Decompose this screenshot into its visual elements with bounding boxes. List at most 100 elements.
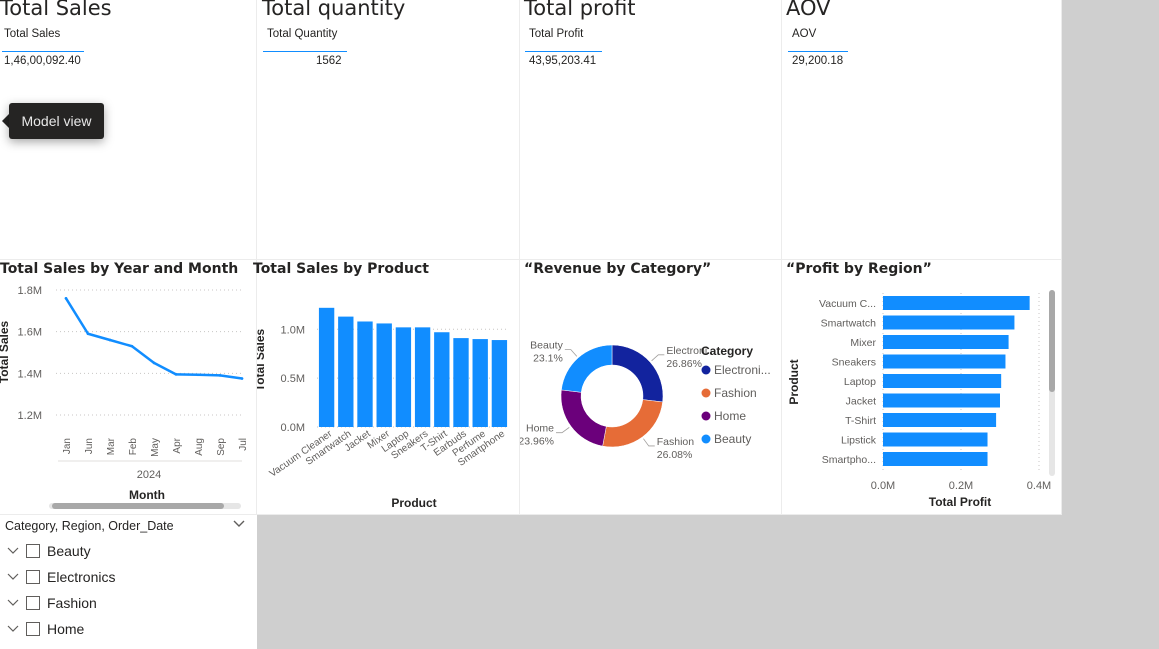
legend-marker [701, 365, 711, 375]
y-tick-label: Mixer [850, 337, 876, 349]
x-tick-label: Jan [62, 438, 73, 454]
data-point [218, 374, 222, 377]
chevron-down-icon[interactable] [6, 623, 20, 636]
y-tick-label: 1.0M [281, 324, 305, 336]
bar [338, 316, 354, 427]
chevron-down-icon[interactable] [6, 597, 20, 610]
kpi-card-total-profit[interactable]: Total profit Total Profit 43,95,203.41 [520, 0, 782, 260]
leader-line [556, 427, 570, 434]
y-axis-title: Product [787, 359, 801, 404]
slice-percent: 23.96% [520, 436, 554, 448]
slicer-item-home[interactable]: Home [6, 619, 84, 639]
line-segment [108, 338, 134, 348]
slicer-header: Category, Region, Order_Date [5, 519, 174, 533]
donut-slice [602, 399, 663, 448]
checkbox[interactable] [26, 596, 40, 610]
chevron-down-icon[interactable] [6, 545, 20, 558]
kpi-header-underline [525, 51, 602, 52]
kpi-card-total-quantity[interactable]: Total quantity Total Quantity 1562 [257, 0, 520, 260]
x-axis-title: Month [129, 488, 165, 502]
legend-marker [701, 411, 711, 421]
bar [883, 335, 1009, 349]
leader-line [564, 349, 578, 357]
slice-percent: 26.86% [666, 358, 702, 370]
chevron-down-icon[interactable] [232, 518, 246, 533]
donut-chart-card[interactable]: “Revenue by Category” Electroni... 26.86%… [520, 260, 782, 515]
legend-label: Home [714, 409, 746, 423]
chevron-down-icon[interactable] [6, 571, 20, 584]
slicer-item-label: Home [47, 621, 85, 637]
y-tick-label: 0.0M [281, 422, 305, 434]
line-segment [196, 373, 222, 377]
donut-slice [611, 344, 664, 403]
x-tick-label: 0.4M [1027, 480, 1051, 492]
kpi-header-underline [788, 51, 848, 52]
kpi-column-header: Total Sales [4, 28, 61, 40]
checkbox[interactable] [26, 570, 40, 584]
x-tick-label: 0.0M [871, 480, 895, 492]
kpi-value: 29,200.18 [792, 55, 844, 67]
kpi-title: AOV [786, 0, 831, 20]
donut-slice [561, 344, 613, 393]
data-point [152, 361, 156, 365]
line-segment [218, 374, 244, 380]
bar [453, 338, 469, 427]
y-tick-label: Jacket [846, 396, 876, 408]
bar [883, 393, 1000, 408]
slicer-item-fashion[interactable]: Fashion [6, 593, 97, 613]
checkbox[interactable] [26, 544, 40, 558]
scrollbar-thumb [52, 503, 224, 509]
legend-marker [701, 388, 711, 398]
legend-label: Fashion [714, 386, 757, 400]
slice-percent: 26.08% [657, 449, 693, 461]
y-tick-label: Smartwatch [821, 318, 877, 330]
line-segment [64, 297, 90, 335]
x-axis-title: Total Profit [929, 495, 991, 509]
y-tick-label: Laptop [844, 376, 876, 388]
kpi-column-header: AOV [792, 28, 817, 40]
scrollbar-thumb [1049, 290, 1055, 392]
kpi-title: Total Sales [0, 0, 112, 20]
line-segment [86, 332, 112, 342]
slicer-item-beauty[interactable]: Beauty [6, 541, 91, 561]
x-tick-label: Mar [106, 437, 117, 455]
y-tick-label: Vacuum C... [819, 298, 876, 310]
bar [883, 413, 997, 427]
donut-slice [560, 389, 607, 447]
slicer-item-electronics[interactable]: Electronics [6, 567, 115, 587]
horizontal-bar-chart: 0.0M 0.2M 0.4M Vacuum C... Smartwatch Mixer Sn… [787, 290, 1055, 509]
data-point [196, 373, 200, 377]
kpi-title: Total quantity [262, 0, 406, 20]
hierarchy-slicer[interactable]: Category, Region, Order_Date Beauty Elec… [0, 515, 257, 649]
slice-percent: 23.1% [533, 353, 563, 365]
kpi-card-aov[interactable]: AOV AOV 29,200.18 [782, 0, 1062, 260]
x-tick-label: May [150, 438, 161, 457]
data-point [174, 373, 178, 376]
kpi-title: Total profit [524, 0, 636, 20]
kpi-header-underline [263, 51, 347, 52]
legend-marker [701, 434, 711, 444]
bar [318, 307, 335, 427]
y-axis-title: Total Sales [0, 320, 11, 383]
data-point [130, 344, 134, 348]
slice-label: Home [526, 423, 554, 435]
x-tick-label: Feb [128, 438, 139, 456]
slicer-item-label: Beauty [47, 543, 91, 559]
x-tick-label: 0.2M [949, 480, 973, 492]
kpi-header-underline [2, 51, 84, 52]
line-segment [152, 361, 178, 376]
bar-chart-card[interactable]: Total Sales by Product 0.0M 0.5M 1.0M Total… [253, 260, 520, 515]
x-tick-label: Aug [194, 438, 205, 456]
x-tick-label: Sep [216, 438, 227, 456]
line-chart-card[interactable]: Total Sales by Year and Month 1.2M 1.4M 1.… [0, 260, 257, 515]
hbar-chart-card[interactable]: “Profit by Region” 0.0M 0.2M 0.4M Vacuum C.… [782, 260, 1062, 515]
bar [883, 354, 1006, 369]
bar [883, 432, 988, 447]
data-point [86, 332, 90, 336]
leader-line [651, 354, 665, 362]
checkbox[interactable] [26, 622, 40, 636]
y-tick-label: 1.8M [18, 285, 42, 297]
bar [883, 452, 988, 466]
kpi-value: 1562 [316, 55, 342, 67]
y-tick-label: Smartpho... [822, 454, 876, 466]
